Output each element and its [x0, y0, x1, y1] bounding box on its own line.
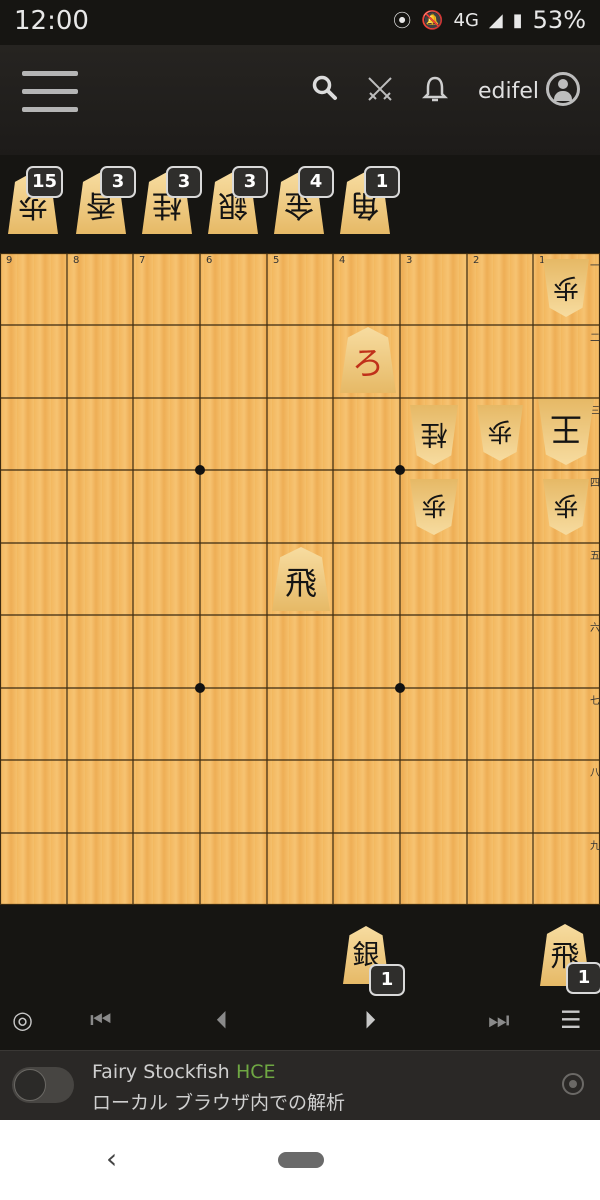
username[interactable]: edifel: [478, 79, 539, 104]
back-icon[interactable]: ‹: [106, 1142, 117, 1175]
shogi-board[interactable]: 9 8 7 6 5 4 3 2 1 一 二 三 四 五 六 七 八 九 歩 ろ …: [0, 253, 600, 905]
board-piece[interactable]: 歩: [543, 259, 589, 317]
hand-piece-count: 4: [298, 166, 334, 198]
rank-label: 二: [590, 333, 600, 344]
signal-icon: ◢: [488, 9, 503, 31]
player-hand: 銀 1 飛 1: [0, 918, 600, 1008]
hand-piece[interactable]: 銀 1: [343, 926, 405, 996]
engine-bar: Fairy Stockfish HCE ローカル ブラウザ内での解析: [0, 1050, 600, 1121]
status-bar: 12:00 ⦿ 🔕 4G ◢ ▮ 53%: [0, 0, 600, 45]
home-pill[interactable]: [278, 1152, 324, 1168]
hand-piece-count: 1: [566, 962, 600, 994]
rank-label: 九: [590, 841, 600, 852]
top-header: edifel: [0, 45, 600, 155]
menu-icon[interactable]: [22, 71, 78, 113]
board-piece[interactable]: 歩: [543, 479, 589, 535]
hand-piece-count: 15: [26, 166, 64, 198]
bell-icon[interactable]: [421, 75, 449, 110]
rank-label: 八: [590, 768, 600, 779]
piece-glyph: 桂: [420, 418, 448, 449]
file-label: 6: [206, 255, 213, 266]
move-controls: ◎ ⏮ ⏴ ⏵ ⏭ ☰: [0, 1000, 600, 1044]
hand-piece[interactable]: 銀 3: [208, 166, 268, 234]
menu-list-icon[interactable]: ☰: [560, 1006, 582, 1034]
user-avatar-icon[interactable]: [546, 72, 580, 106]
crossed-swords-icon[interactable]: [366, 75, 394, 110]
search-icon[interactable]: [312, 75, 338, 108]
piece-glyph: 歩: [553, 272, 580, 302]
hand-piece[interactable]: 桂 3: [142, 166, 202, 234]
hand-piece-count: 3: [100, 166, 136, 198]
piece-glyph: ろ: [351, 344, 384, 382]
opponent-hand: 歩 15 香 3 桂 3 銀 3 金 4 角 1: [0, 162, 600, 252]
target-icon[interactable]: ◎: [12, 1006, 33, 1034]
previous-move-icon[interactable]: ⏴: [216, 1006, 228, 1034]
last-move-icon[interactable]: ⏭: [488, 1006, 510, 1034]
rank-label: 五: [590, 551, 600, 562]
engine-description: ローカル ブラウザ内での解析: [92, 1092, 346, 1114]
status-time: 12:00: [14, 6, 89, 36]
hand-piece[interactable]: 飛 1: [540, 924, 600, 994]
piece-glyph: 歩: [421, 491, 447, 520]
hand-piece[interactable]: 角 1: [340, 166, 400, 234]
hand-piece-count: 3: [232, 166, 268, 198]
piece-glyph: 歩: [553, 491, 579, 520]
nfc-icon: ⦿: [393, 11, 412, 32]
board-piece[interactable]: 飛: [272, 547, 330, 611]
piece-glyph: 王: [550, 410, 583, 448]
board-piece[interactable]: 歩: [477, 405, 523, 461]
hand-piece-count: 1: [364, 166, 400, 198]
engine-name: Fairy Stockfish: [92, 1061, 230, 1083]
hand-piece[interactable]: 歩 15: [8, 166, 64, 234]
file-label: 8: [73, 255, 80, 266]
file-label: 3: [406, 255, 413, 266]
mute-icon: 🔕: [421, 9, 444, 31]
crosshair-icon[interactable]: [562, 1073, 584, 1095]
board-piece[interactable]: 桂: [410, 405, 458, 465]
file-label: 9: [6, 255, 13, 266]
rank-label: 七: [590, 696, 600, 707]
engine-variant: HCE: [236, 1061, 276, 1083]
piece-glyph: 飛: [284, 564, 317, 602]
hand-piece[interactable]: 香 3: [76, 166, 136, 234]
battery-icon: ▮: [512, 9, 523, 31]
board-piece[interactable]: 王: [538, 399, 594, 465]
hand-piece-count: 3: [166, 166, 202, 198]
rank-label: 四: [590, 478, 600, 489]
system-nav-bar: ‹: [0, 1120, 600, 1200]
first-move-icon[interactable]: ⏮: [90, 1006, 112, 1034]
rank-label: 一: [590, 261, 600, 272]
battery-percent: 53%: [532, 6, 586, 34]
file-label: 5: [273, 255, 280, 266]
piece-glyph: 歩: [487, 417, 513, 446]
file-label: 7: [139, 255, 146, 266]
board-piece[interactable]: ろ: [340, 327, 396, 393]
engine-toggle[interactable]: [12, 1067, 74, 1103]
network-label: 4G: [453, 9, 479, 31]
file-label: 2: [473, 255, 480, 266]
rank-label: 六: [590, 623, 600, 634]
hand-piece[interactable]: 金 4: [274, 166, 334, 234]
next-move-icon[interactable]: ⏵: [364, 1006, 376, 1034]
hand-piece-count: 1: [369, 964, 405, 996]
board-piece[interactable]: 歩: [410, 479, 458, 535]
file-label: 4: [339, 255, 346, 266]
